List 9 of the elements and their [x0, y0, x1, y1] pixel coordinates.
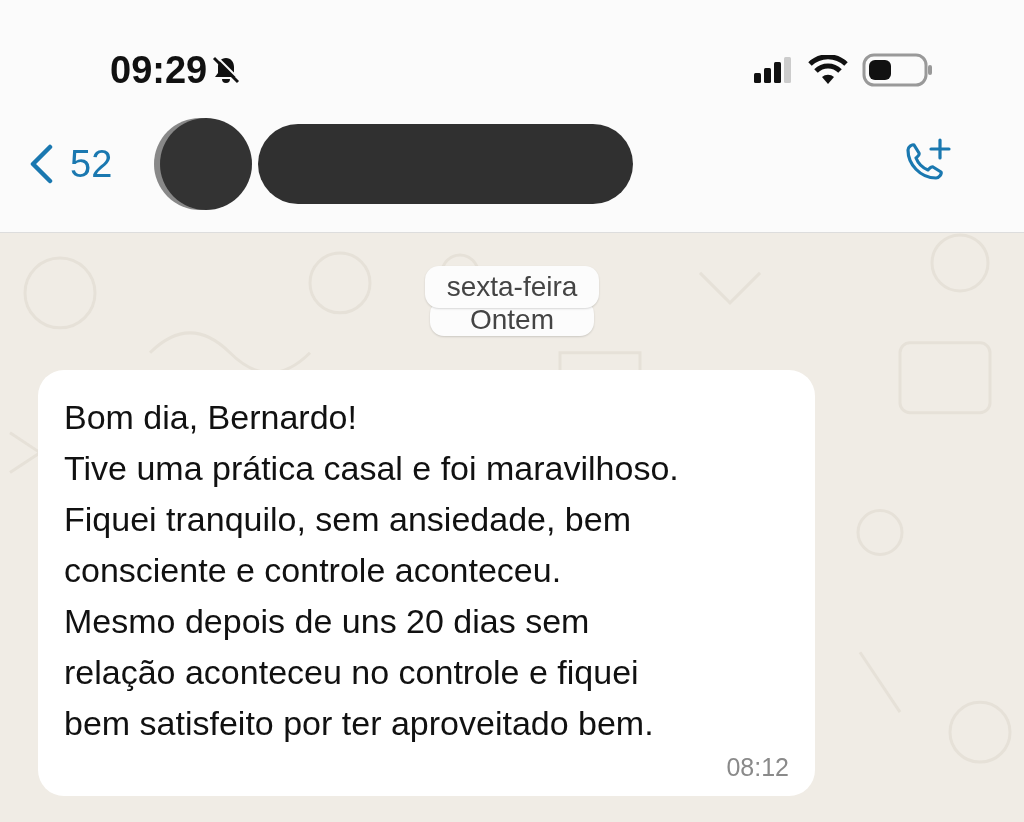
back-button[interactable]: 52: [28, 142, 113, 186]
message-time: 08:12: [726, 753, 789, 782]
back-chevron-icon: [28, 144, 54, 184]
status-time: 09:29: [110, 48, 208, 92]
signal-icon: [754, 57, 794, 83]
wifi-icon: [808, 55, 848, 85]
battery-icon: [862, 53, 934, 87]
message-text: Bom dia, Bernardo! Tive uma prática casal e foi maravilhoso. Fiquei tranquilo, sem ansiedade, bem consciente e controle aconteceu. Mesmo depois de uns 20 dias sem relação aconteceu no controle e fiquei bem satisfeito por ter aproveitado bem.: [64, 397, 680, 744]
date-label: sexta-feira: [424, 266, 600, 308]
